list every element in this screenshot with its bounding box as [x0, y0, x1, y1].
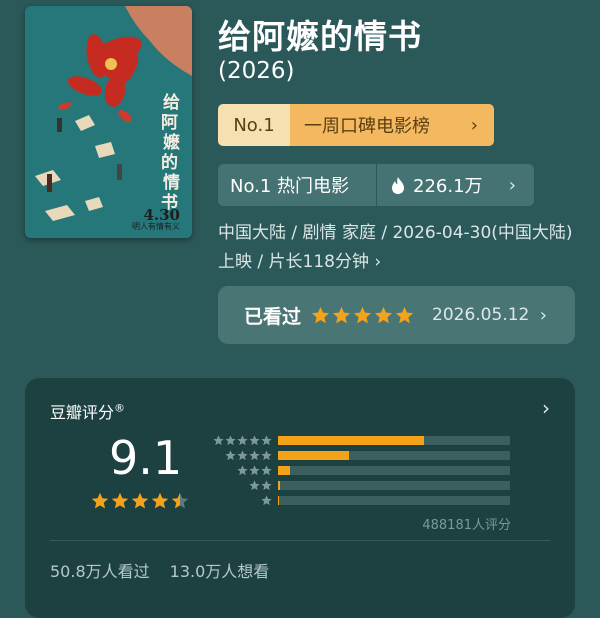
star-icon	[237, 465, 248, 476]
rating-distribution	[210, 433, 510, 508]
star-icon	[311, 306, 330, 323]
weekly-rank-badge[interactable]: No.1 一周口碑电影榜 ›	[218, 104, 494, 146]
watched-status-bar[interactable]: 已看过 2026.05.12 ›	[218, 286, 575, 344]
star-icon	[353, 306, 372, 323]
movie-year: (2026)	[218, 58, 295, 84]
watch-stats: 50.8万人看过 13.0万人想看	[50, 558, 269, 582]
chevron-right-icon: ›	[470, 114, 478, 136]
bar-track	[278, 436, 510, 445]
poster-subtitle: 明人有情有义	[132, 222, 180, 232]
meta-text: 中国大陆 / 剧情 家庭 / 2026-04-30(中国大陆)上映 / 片长11…	[218, 223, 573, 272]
star-icon	[237, 450, 248, 461]
row-stars	[210, 495, 272, 506]
hot-movie-badge[interactable]: No.1 热门电影 226.1万 ›	[218, 164, 534, 206]
rating-title-text: 豆瓣评分	[50, 403, 115, 422]
rating-score: 9.1	[109, 431, 183, 485]
chevron-right-icon[interactable]: ›	[542, 396, 550, 420]
rank-number: No.1	[218, 104, 290, 146]
poster-release-date: 4.30	[143, 205, 180, 224]
star-icon	[249, 465, 260, 476]
bar-fill	[278, 496, 279, 505]
star-icon	[171, 492, 189, 509]
flame-icon	[391, 176, 405, 194]
star-icon	[213, 435, 224, 446]
rating-title: 豆瓣评分®	[50, 399, 125, 423]
star-icon	[261, 495, 272, 506]
row-stars	[210, 480, 272, 491]
distribution-row-5-star	[210, 433, 510, 448]
star-icon	[261, 435, 272, 446]
distribution-row-2-star	[210, 478, 510, 493]
star-icon	[261, 450, 272, 461]
star-icon	[374, 306, 393, 323]
hot-label: No.1 热门电影	[230, 176, 350, 197]
divider	[50, 540, 550, 541]
row-stars	[210, 435, 272, 446]
bar-track	[278, 496, 510, 505]
star-icon	[395, 306, 414, 323]
poster-title-char-5: 情	[163, 172, 180, 193]
distribution-row-1-star	[210, 493, 510, 508]
star-icon	[261, 465, 272, 476]
movie-meta[interactable]: 中国大陆 / 剧情 家庭 / 2026-04-30(中国大陆)上映 / 片长11…	[218, 219, 578, 277]
poster-title-char-1: 给	[163, 92, 180, 113]
score-stars	[91, 492, 189, 510]
meta-chevron-icon: ›	[374, 252, 382, 272]
watched-count: 50.8万人看过	[50, 562, 150, 581]
row-stars	[210, 465, 272, 476]
movie-poster[interactable]: 给 阿 嬷 的 情 书 4.30 明人有情有义	[25, 6, 192, 238]
rating-count: 488181人评分	[422, 518, 511, 533]
bar-fill	[278, 436, 425, 445]
poster-caption: 4.30 明人有情有义	[132, 207, 180, 232]
chevron-right-icon: ›	[508, 174, 516, 196]
movie-title: 给阿嬷的情书	[218, 17, 422, 56]
bar-track	[278, 451, 510, 460]
star-icon	[111, 492, 129, 509]
poster-art: 给 阿 嬷 的 情 书	[25, 6, 192, 238]
star-icon	[249, 480, 260, 491]
star-icon	[225, 450, 236, 461]
star-icon	[131, 492, 149, 509]
registered-mark: ®	[114, 401, 126, 415]
chevron-right-icon: ›	[539, 304, 547, 326]
hot-count: 226.1万	[413, 176, 483, 197]
star-icon	[249, 450, 260, 461]
rank-label: 一周口碑电影榜	[304, 116, 430, 137]
star-icon	[91, 492, 109, 509]
bar-track	[278, 466, 510, 475]
poster-title-char-3: 嬷	[163, 132, 180, 153]
row-stars	[210, 450, 272, 461]
distribution-row-4-star	[210, 448, 510, 463]
star-icon	[332, 306, 351, 323]
star-icon	[249, 435, 260, 446]
poster-title-char-4: 的	[161, 152, 178, 173]
want-count: 13.0万人想看	[169, 562, 270, 581]
distribution-row-3-star	[210, 463, 510, 478]
star-icon	[237, 435, 248, 446]
bar-fill	[278, 466, 290, 475]
poster-title-char-2: 阿	[161, 113, 178, 133]
badge-divider	[376, 164, 377, 206]
bar-fill	[278, 451, 349, 460]
my-rating-stars	[311, 306, 414, 325]
star-icon	[261, 480, 272, 491]
star-icon	[151, 492, 169, 509]
watched-date: 2026.05.12	[432, 305, 530, 325]
rank-label-wrap: 一周口碑电影榜 ›	[290, 104, 494, 146]
watched-label: 已看过	[244, 305, 302, 328]
bar-fill	[278, 481, 280, 490]
douban-rating-card[interactable]: 豆瓣评分® › 9.1 488181人评分 50.8万人看过 13.0万人想看	[25, 378, 575, 618]
star-icon	[225, 435, 236, 446]
bar-track	[278, 481, 510, 490]
